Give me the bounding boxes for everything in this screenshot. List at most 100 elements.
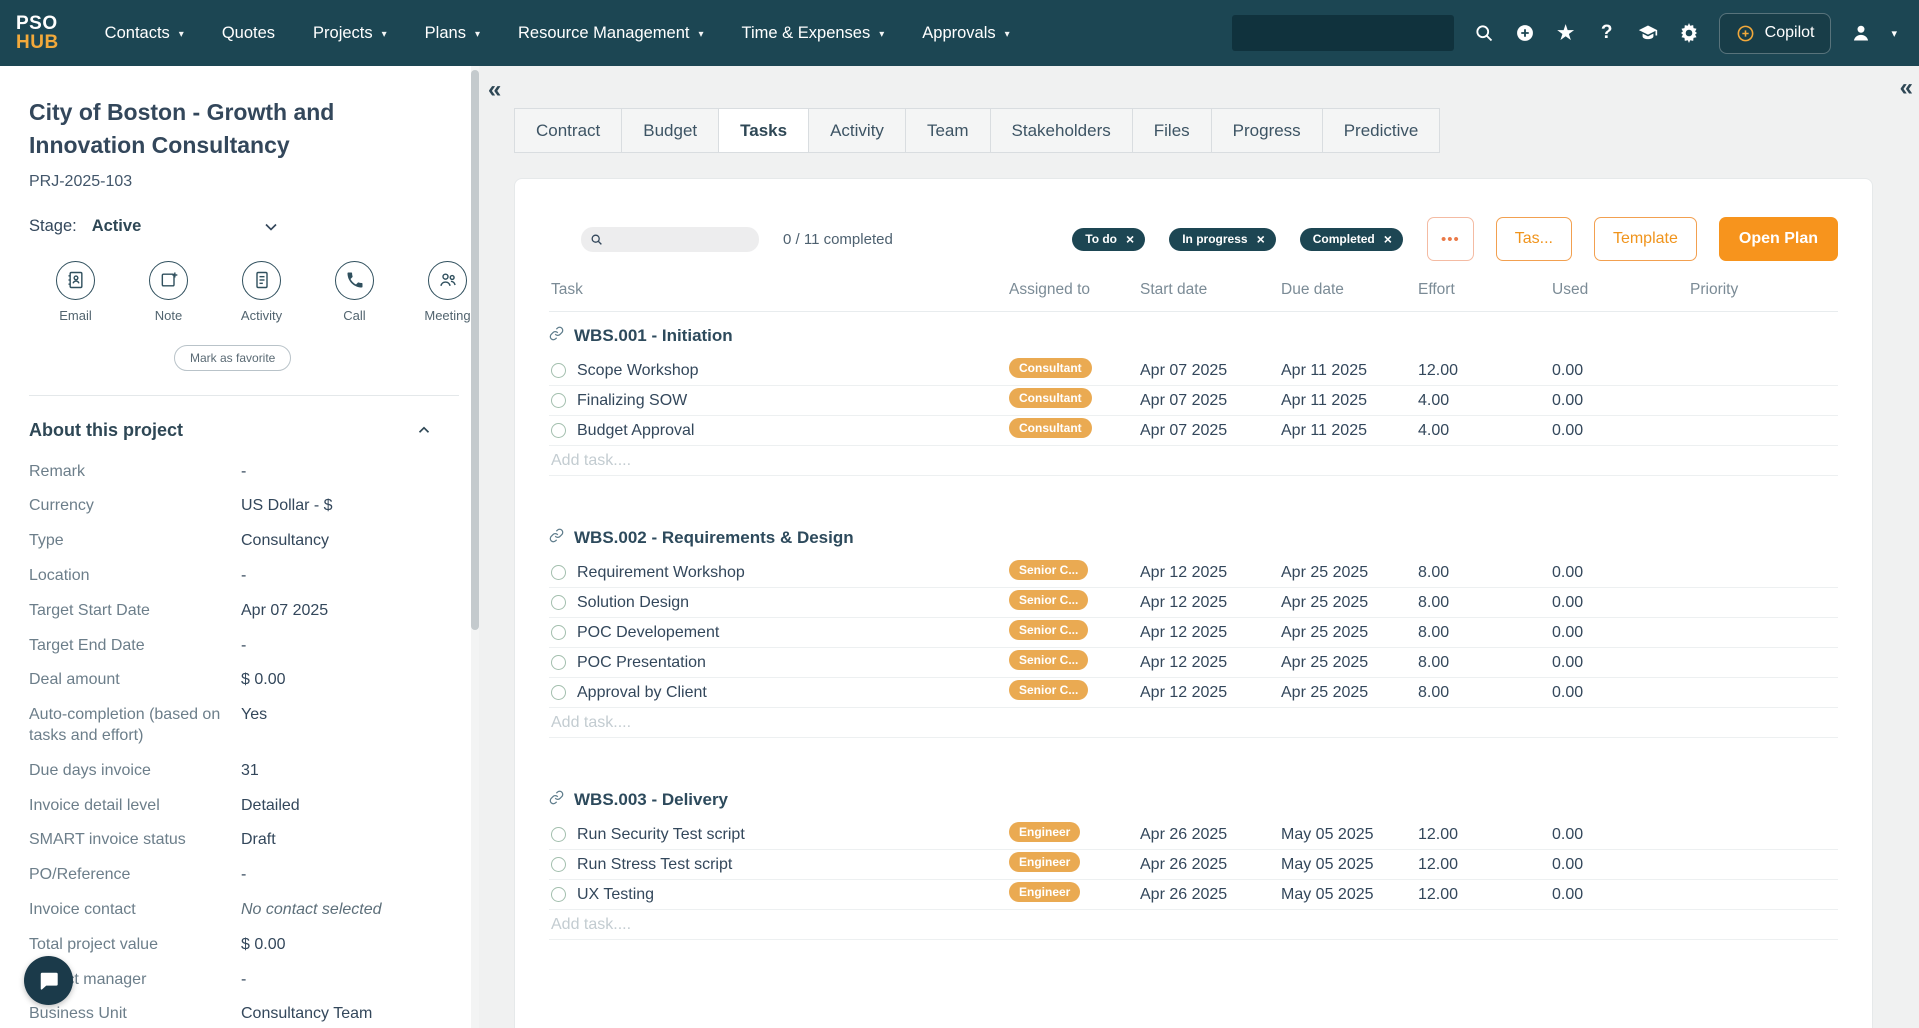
- task-row[interactable]: Finalizing SOWConsultantApr 07 2025Apr 1…: [549, 386, 1838, 416]
- chat-widget-button[interactable]: [24, 956, 73, 1005]
- task-row[interactable]: Run Stress Test scriptEngineerApr 26 202…: [549, 850, 1838, 880]
- quick-action-call[interactable]: Call: [308, 261, 401, 323]
- navbar-item-approvals[interactable]: Approvals▾: [922, 24, 1009, 43]
- global-search-input[interactable]: [1232, 15, 1454, 51]
- about-field-row: Deal amount$ 0.00: [29, 663, 471, 698]
- task-name: UX Testing: [577, 886, 654, 904]
- task-row[interactable]: Run Security Test scriptEngineerApr 26 2…: [549, 820, 1838, 850]
- chip-close-icon[interactable]: ×: [1126, 232, 1134, 246]
- open-plan-button[interactable]: Open Plan: [1719, 217, 1838, 261]
- task-row[interactable]: Requirement WorkshopSenior C...Apr 12 20…: [549, 558, 1838, 588]
- chip-close-icon[interactable]: ×: [1384, 232, 1392, 246]
- settings-gear-icon[interactable]: [1678, 22, 1700, 44]
- mark-favorite-button[interactable]: Mark as favorite: [174, 345, 291, 371]
- assignee-badge[interactable]: Senior C...: [1009, 680, 1088, 700]
- assignee-badge[interactable]: Engineer: [1009, 852, 1080, 872]
- quick-action-meeting[interactable]: Meeting: [401, 261, 471, 323]
- sidebar-scrollbar-thumb[interactable]: [471, 70, 479, 630]
- collapse-right-panel-chevron-icon[interactable]: «: [1900, 76, 1913, 100]
- add-task-row[interactable]: Add task....: [549, 446, 1838, 476]
- tab-activity[interactable]: Activity: [808, 108, 906, 153]
- template-button[interactable]: Template: [1594, 217, 1697, 261]
- more-options-button[interactable]: •••: [1427, 217, 1474, 261]
- assignee-badge[interactable]: Engineer: [1009, 822, 1080, 842]
- task-row[interactable]: POC DevelopementSenior C...Apr 12 2025Ap…: [549, 618, 1838, 648]
- collapse-sidebar-chevron-icon[interactable]: «: [488, 78, 501, 102]
- task-status-circle-icon[interactable]: [551, 887, 566, 902]
- add-task-row[interactable]: Add task....: [549, 708, 1838, 738]
- stage-dropdown-chevron-icon[interactable]: [261, 217, 281, 237]
- filter-chip-completed[interactable]: Completed×: [1300, 228, 1403, 251]
- tab-contract[interactable]: Contract: [514, 108, 622, 153]
- tab-team[interactable]: Team: [905, 108, 991, 153]
- task-row[interactable]: POC PresentationSenior C...Apr 12 2025Ap…: [549, 648, 1838, 678]
- navbar-item-resource-management[interactable]: Resource Management▾: [518, 24, 704, 43]
- assignee-badge[interactable]: Senior C...: [1009, 590, 1088, 610]
- task-search[interactable]: [581, 227, 759, 252]
- stage-value[interactable]: Active: [92, 217, 142, 236]
- assignee-badge[interactable]: Consultant: [1009, 418, 1092, 438]
- task-start-date-cell: Apr 07 2025: [1138, 422, 1279, 440]
- field-label: Location: [29, 566, 241, 587]
- assignee-badge[interactable]: Senior C...: [1009, 650, 1088, 670]
- task-status-circle-icon[interactable]: [551, 393, 566, 408]
- assignee-badge[interactable]: Engineer: [1009, 882, 1080, 902]
- toolbar-buttons: ••• Tas... Template Open Plan: [1427, 217, 1838, 261]
- task-status-circle-icon[interactable]: [551, 595, 566, 610]
- tab-tasks[interactable]: Tasks: [718, 108, 809, 153]
- task-group-title: WBS.002 - Requirements & Design: [574, 528, 854, 548]
- task-row[interactable]: UX TestingEngineerApr 26 2025May 05 2025…: [549, 880, 1838, 910]
- task-status-circle-icon[interactable]: [551, 565, 566, 580]
- task-status-circle-icon[interactable]: [551, 363, 566, 378]
- task-row[interactable]: Scope WorkshopConsultantApr 07 2025Apr 1…: [549, 356, 1838, 386]
- chip-close-icon[interactable]: ×: [1257, 232, 1265, 246]
- assignee-badge[interactable]: Consultant: [1009, 358, 1092, 378]
- chevron-down-icon: ▾: [475, 29, 480, 40]
- filter-chip-to-do[interactable]: To do×: [1072, 228, 1145, 251]
- quick-action-note[interactable]: Note: [122, 261, 215, 323]
- task-status-circle-icon[interactable]: [551, 857, 566, 872]
- search-icon[interactable]: [1473, 22, 1495, 44]
- tab-budget[interactable]: Budget: [621, 108, 719, 153]
- task-status-circle-icon[interactable]: [551, 685, 566, 700]
- copilot-button[interactable]: Copilot: [1719, 13, 1832, 54]
- about-section-header[interactable]: About this project: [29, 420, 471, 441]
- task-status-circle-icon[interactable]: [551, 655, 566, 670]
- assignee-badge[interactable]: Senior C...: [1009, 560, 1088, 580]
- navbar-item-plans[interactable]: Plans▾: [425, 24, 480, 43]
- help-icon[interactable]: ?: [1596, 22, 1618, 44]
- assignee-badge[interactable]: Consultant: [1009, 388, 1092, 408]
- navbar-item-quotes[interactable]: Quotes: [222, 24, 275, 43]
- sidebar-scrollbar[interactable]: [471, 66, 479, 1028]
- task-status-circle-icon[interactable]: [551, 625, 566, 640]
- tab-progress[interactable]: Progress: [1211, 108, 1323, 153]
- quick-actions: EmailNoteActivityCallMeeting: [29, 261, 471, 323]
- task-status-circle-icon[interactable]: [551, 423, 566, 438]
- about-collapse-chevron-icon[interactable]: [415, 421, 433, 439]
- user-menu-caret-icon[interactable]: ▾: [1891, 27, 1897, 40]
- user-avatar-icon[interactable]: [1850, 22, 1872, 44]
- task-used-cell: 0.00: [1550, 684, 1688, 702]
- tasks-dropdown-button[interactable]: Tas...: [1496, 217, 1572, 261]
- academy-cap-icon[interactable]: [1637, 22, 1659, 44]
- filter-chip-in-progress[interactable]: In progress×: [1169, 228, 1276, 251]
- add-task-row[interactable]: Add task....: [549, 910, 1838, 940]
- task-row[interactable]: Solution DesignSenior C...Apr 12 2025Apr…: [549, 588, 1838, 618]
- task-row[interactable]: Budget ApprovalConsultantApr 07 2025Apr …: [549, 416, 1838, 446]
- task-search-input[interactable]: [610, 230, 750, 248]
- navbar-item-contacts[interactable]: Contacts▾: [105, 24, 184, 43]
- task-row[interactable]: Approval by ClientSenior C...Apr 12 2025…: [549, 678, 1838, 708]
- quick-action-email[interactable]: Email: [29, 261, 122, 323]
- task-status-circle-icon[interactable]: [551, 827, 566, 842]
- tab-predictive[interactable]: Predictive: [1322, 108, 1441, 153]
- star-icon[interactable]: ★: [1555, 22, 1577, 44]
- task-name-cell: Requirement Workshop: [549, 564, 1007, 582]
- psohub-logo[interactable]: PSO HUB: [16, 14, 59, 53]
- assignee-badge[interactable]: Senior C...: [1009, 620, 1088, 640]
- navbar-item-time-expenses[interactable]: Time & Expenses▾: [742, 24, 885, 43]
- navbar-item-projects[interactable]: Projects▾: [313, 24, 387, 43]
- tab-files[interactable]: Files: [1132, 108, 1212, 153]
- quick-action-activity[interactable]: Activity: [215, 261, 308, 323]
- plus-circle-icon[interactable]: [1514, 22, 1536, 44]
- tab-stakeholders[interactable]: Stakeholders: [990, 108, 1133, 153]
